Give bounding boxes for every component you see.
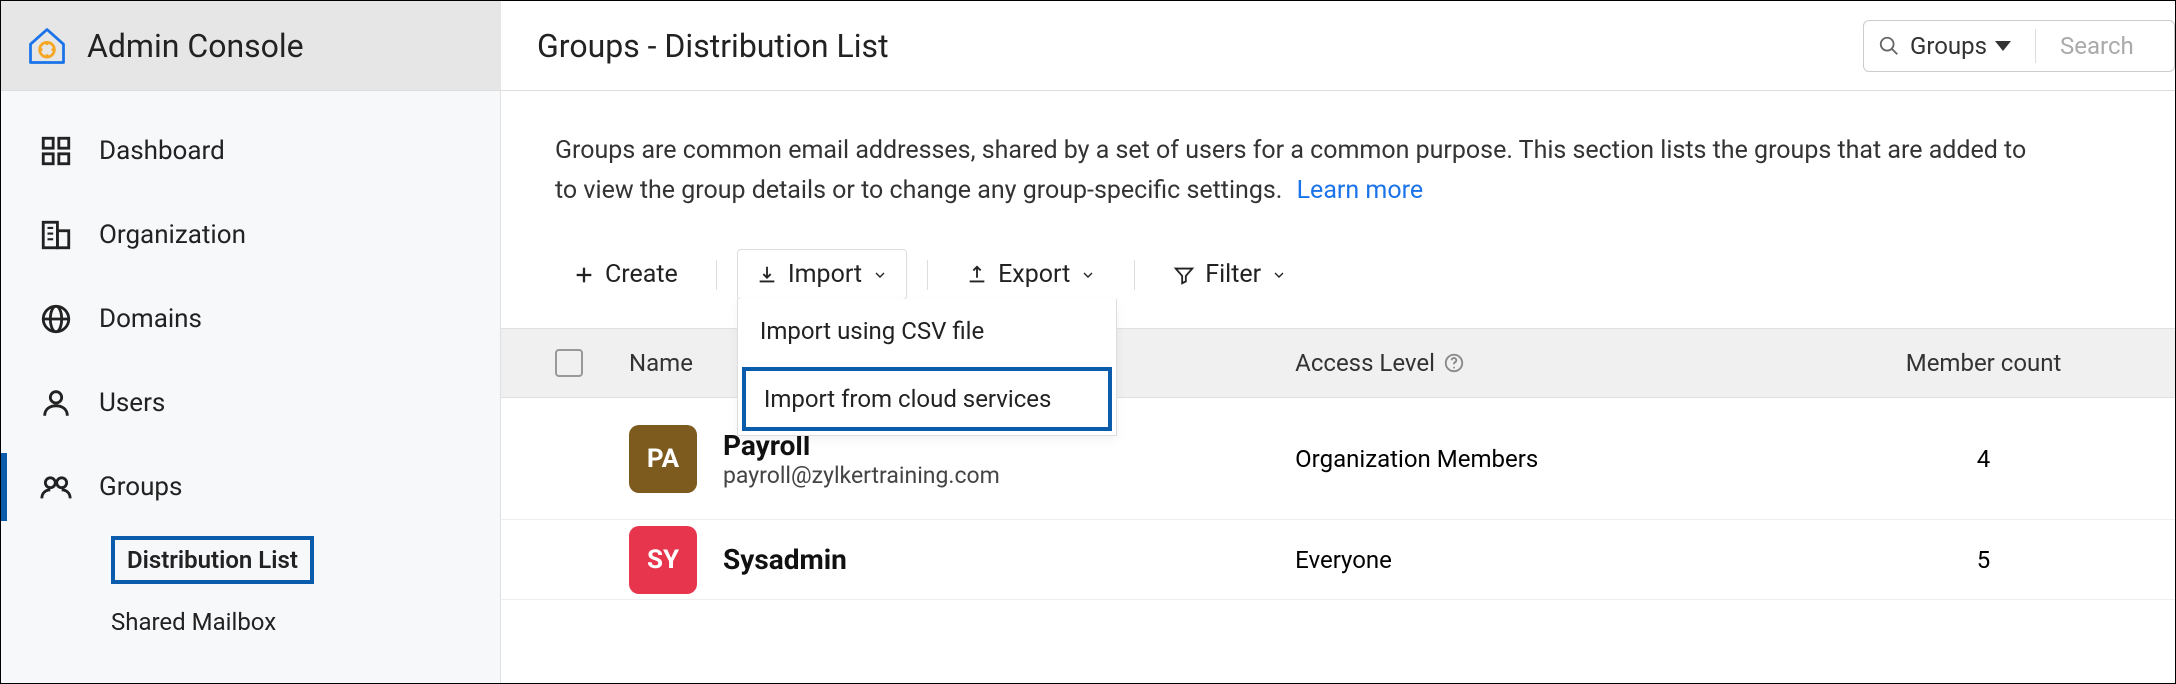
column-header-access[interactable]: Access Level — [1295, 349, 1828, 377]
dashboard-icon — [39, 134, 73, 168]
search-scope-dropdown[interactable]: Groups — [1910, 32, 2011, 60]
sidebar-item-label: Groups — [99, 472, 182, 502]
sidebar-item-label: Domains — [99, 304, 202, 334]
filter-label: Filter — [1205, 260, 1261, 289]
import-icon — [756, 264, 778, 286]
sidebar-item-label: Organization — [99, 220, 246, 250]
sidebar-item-groups[interactable]: Groups — [1, 445, 500, 529]
access-level-value: Everyone — [1295, 546, 1828, 574]
column-header-access-label: Access Level — [1295, 349, 1435, 377]
search-area: Groups — [1863, 1, 2175, 90]
export-dropdown-button[interactable]: Export — [948, 250, 1114, 299]
logo-area: Admin Console — [1, 24, 501, 68]
toolbar: Create Import Import using CSV file Impo… — [501, 211, 2175, 328]
import-label: Import — [788, 260, 862, 289]
export-icon — [966, 264, 988, 286]
sidebar-item-label: Users — [99, 388, 165, 418]
building-icon — [39, 218, 73, 252]
search-divider — [2035, 29, 2036, 63]
sidebar-sub-label: Shared Mailbox — [111, 608, 276, 636]
sidebar-item-domains[interactable]: Domains — [1, 277, 500, 361]
group-email: payroll@zylkertraining.com — [723, 462, 1000, 489]
sidebar: Dashboard Organization Domains Users Gro… — [1, 91, 501, 683]
sidebar-sub-shared-mailbox[interactable]: Shared Mailbox — [1, 591, 500, 653]
body: Dashboard Organization Domains Users Gro… — [1, 91, 2175, 683]
import-dropdown-menu: Import using CSV file Import from cloud … — [737, 299, 1117, 436]
column-header-count[interactable]: Member count — [1828, 349, 2139, 377]
help-icon[interactable] — [1443, 352, 1465, 374]
member-count-value: 4 — [1828, 445, 2139, 473]
description-text-2: to view the group details or to change a… — [555, 176, 1282, 205]
app-logo-icon — [25, 24, 69, 68]
select-all-checkbox[interactable] — [555, 349, 583, 377]
search-box[interactable]: Groups — [1863, 20, 2175, 72]
page-title: Groups - Distribution List — [537, 27, 889, 65]
sidebar-sub-distribution-list[interactable]: Distribution List — [1, 529, 500, 591]
create-button[interactable]: Create — [555, 250, 696, 299]
avatar: SY — [629, 526, 697, 594]
import-csv-option[interactable]: Import using CSV file — [738, 299, 1116, 363]
import-cloud-option[interactable]: Import from cloud services — [742, 367, 1112, 431]
header-bar: Admin Console Groups - Distribution List… — [1, 1, 2175, 91]
user-icon — [39, 386, 73, 420]
app-title: Admin Console — [87, 27, 304, 65]
toolbar-divider — [716, 260, 717, 290]
sidebar-sub-label: Distribution List — [111, 536, 314, 584]
description-block: Groups are common email addresses, share… — [501, 91, 2175, 211]
learn-more-link[interactable]: Learn more — [1297, 176, 1423, 205]
globe-icon — [39, 302, 73, 336]
toolbar-divider — [1134, 260, 1135, 290]
chevron-down-icon — [872, 267, 888, 283]
filter-icon — [1173, 264, 1195, 286]
sidebar-item-organization[interactable]: Organization — [1, 193, 500, 277]
description-text-1: Groups are common email addresses, share… — [555, 136, 2026, 165]
member-count-value: 5 — [1828, 546, 2139, 574]
export-label: Export — [998, 260, 1070, 289]
filter-dropdown-button[interactable]: Filter — [1155, 250, 1305, 299]
group-name: Sysadmin — [723, 543, 847, 576]
sidebar-item-label: Dashboard — [99, 136, 225, 166]
chevron-down-icon — [1271, 267, 1287, 283]
table-row[interactable]: SY Sysadmin Everyone 5 — [501, 520, 2175, 600]
toolbar-divider — [927, 260, 928, 290]
search-input[interactable] — [2060, 32, 2160, 60]
sidebar-item-users[interactable]: Users — [1, 361, 500, 445]
import-dropdown-button[interactable]: Import Import using CSV file Import from… — [737, 249, 907, 300]
main-content: Groups are common email addresses, share… — [501, 91, 2175, 683]
plus-icon — [573, 264, 595, 286]
search-scope-label: Groups — [1910, 32, 1987, 60]
access-level-value: Organization Members — [1295, 445, 1828, 473]
page-title-wrap: Groups - Distribution List — [501, 1, 1863, 90]
chevron-down-icon — [1995, 41, 2011, 51]
avatar: PA — [629, 425, 697, 493]
sidebar-item-dashboard[interactable]: Dashboard — [1, 109, 500, 193]
groups-icon — [39, 470, 73, 504]
create-label: Create — [605, 260, 678, 289]
chevron-down-icon — [1080, 267, 1096, 283]
search-icon — [1878, 35, 1900, 57]
